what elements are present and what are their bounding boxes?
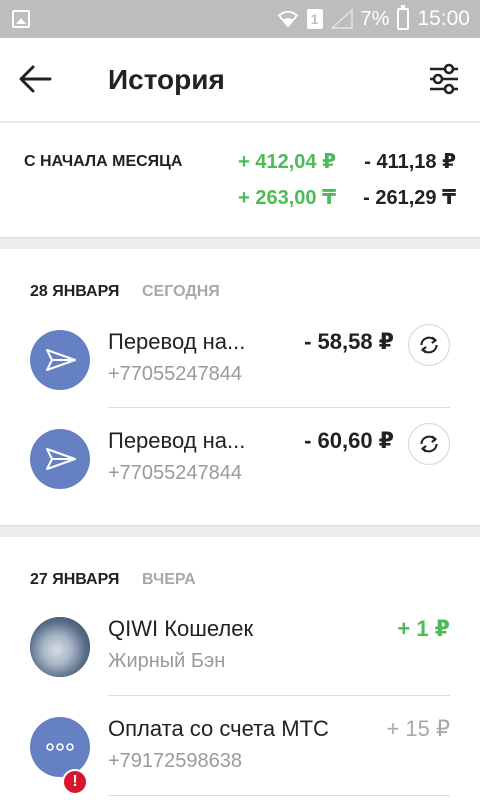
summary-label: С НАЧАЛА МЕСЯЦА	[24, 153, 183, 170]
clock: 15:00	[417, 7, 470, 30]
day-relative: СЕГОДНЯ	[142, 283, 220, 300]
app-header: История	[0, 38, 480, 122]
back-button[interactable]	[18, 64, 52, 94]
transaction-title: Перевод на...	[108, 329, 246, 354]
transaction-subtitle: Жирный Бэн	[108, 650, 226, 672]
error-badge-icon: !	[62, 769, 88, 795]
transaction-amount: - 60,60 ₽	[304, 428, 394, 453]
transfer-avatar	[30, 330, 90, 390]
transaction-row[interactable]: Перевод на... +77055247844 - 60,60 ₽	[0, 408, 480, 507]
day-date: 27 ЯНВАРЯ	[30, 571, 120, 588]
battery-percent: 7%	[360, 7, 390, 30]
transaction-row[interactable]: ! Оплата со счета МТС +79172598638 + 15 …	[0, 696, 480, 795]
contact-photo	[30, 617, 90, 677]
repeat-icon	[420, 435, 438, 453]
repeat-icon	[420, 336, 438, 354]
divider	[108, 795, 450, 796]
repeat-payment-button[interactable]	[408, 423, 450, 465]
transaction-subtitle: +79172598638	[108, 750, 243, 772]
status-bar: 1 7% 15:00	[0, 0, 480, 38]
transaction-subtitle: +77055247844	[108, 363, 243, 385]
day-group-today: 28 ЯНВАРЯ СЕГОДНЯ Перевод на... +7705524…	[0, 249, 480, 525]
transaction-title: Оплата со счета МТС	[108, 716, 329, 741]
transaction-title: Перевод на...	[108, 428, 246, 453]
wifi-icon	[277, 10, 298, 28]
paper-plane-icon	[46, 448, 76, 470]
status-indicators: 1 7% 15:00	[277, 5, 470, 32]
sim-slot-icon: 1	[306, 9, 323, 29]
gallery-notification-icon	[12, 10, 30, 28]
sliders-icon	[430, 63, 458, 95]
provider-avatar	[30, 717, 90, 777]
kzt-expense: - 261,29 ₸	[363, 187, 456, 209]
transaction-row[interactable]: QIWI Кошелек Жирный Бэн + 1 ₽	[0, 596, 480, 695]
signal-icon	[330, 9, 353, 29]
transaction-title: QIWI Кошелек	[108, 616, 254, 641]
transaction-amount: + 15 ₽	[386, 716, 450, 741]
repeat-payment-button[interactable]	[408, 324, 450, 366]
paper-plane-icon	[46, 349, 76, 371]
transaction-row[interactable]: Перевод на... +77055247844 - 58,58 ₽	[0, 309, 480, 408]
rub-income: + 412,04 ₽	[238, 151, 336, 173]
day-group-yesterday: 27 ЯНВАРЯ ВЧЕРА QIWI Кошелек Жирный Бэн …	[0, 537, 480, 800]
rub-expense: - 411,18 ₽	[364, 151, 456, 173]
transaction-amount: + 1 ₽	[397, 616, 450, 641]
more-dots-icon	[46, 743, 74, 751]
transfer-avatar	[30, 429, 90, 489]
kzt-income: + 263,00 ₸	[238, 187, 336, 209]
battery-icon	[397, 5, 410, 30]
contact-avatar	[30, 617, 90, 677]
day-relative: ВЧЕРА	[142, 571, 196, 588]
month-summary: С НАЧАЛА МЕСЯЦА + 412,04 ₽ - 411,18 ₽ + …	[0, 123, 480, 237]
transaction-amount: - 58,58 ₽	[304, 329, 394, 354]
day-date: 28 ЯНВАРЯ	[30, 283, 120, 300]
filter-button[interactable]	[428, 62, 460, 96]
page-title: История	[108, 64, 225, 95]
transaction-subtitle: +77055247844	[108, 462, 243, 484]
